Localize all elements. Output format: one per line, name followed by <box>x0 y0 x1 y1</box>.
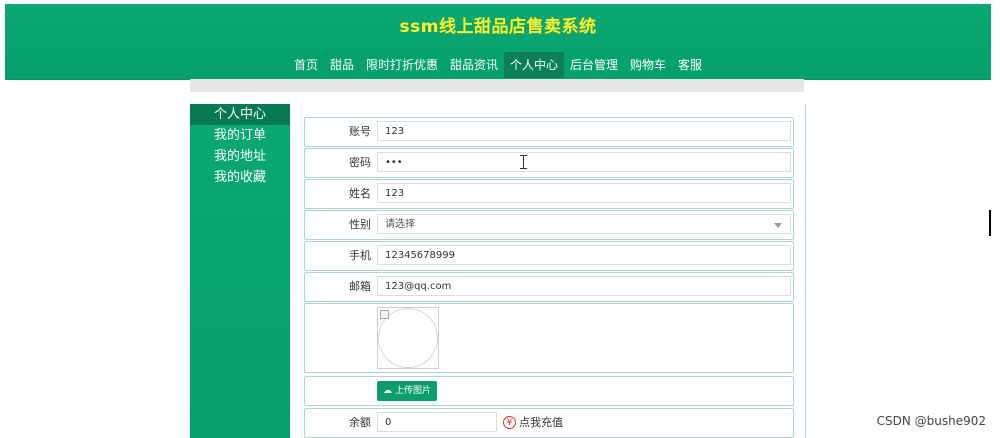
sidebar-item-orders[interactable]: 我的订单 <box>190 125 290 146</box>
sidebar-item-personal-center[interactable]: 个人中心 <box>190 104 290 125</box>
recharge-label: 点我充值 <box>519 416 563 429</box>
upload-image-button[interactable]: ☁ 上传图片 <box>377 381 438 401</box>
sidebar: 个人中心 我的订单 我的地址 我的收藏 <box>190 104 290 438</box>
nav-admin[interactable]: 后台管理 <box>564 52 624 78</box>
cloud-upload-icon: ☁ <box>383 386 392 396</box>
nav-customer-service[interactable]: 客服 <box>672 52 708 78</box>
yen-icon: ¥ <box>503 415 516 429</box>
name-row: 姓名 123 <box>304 179 794 209</box>
password-input[interactable]: ••• <box>377 152 791 172</box>
nav-desserts[interactable]: 甜品 <box>324 52 360 78</box>
header: ssm线上甜品店售卖系统 首页 甜品 限时打折优惠 甜品资讯 个人中心 后台管理… <box>5 4 991 80</box>
phone-row: 手机 12345678999 <box>304 241 794 271</box>
profile-form: 账号 123 密码 ••• 姓名 123 性别 请选择 手机 123456789… <box>301 104 806 438</box>
broken-image-icon <box>380 310 389 319</box>
gender-select-value: 请选择 <box>385 219 415 230</box>
sidebar-item-addresses[interactable]: 我的地址 <box>190 146 290 167</box>
recharge-link[interactable]: ¥ 点我充值 <box>503 414 563 430</box>
account-row: 账号 123 <box>304 117 794 147</box>
avatar-preview <box>377 307 439 369</box>
nav-flash-sale[interactable]: 限时打折优惠 <box>360 52 444 78</box>
chevron-down-icon <box>774 223 782 228</box>
text-cursor-marker <box>989 210 991 236</box>
email-input[interactable]: 123@qq.com <box>377 276 791 296</box>
balance-row: 余额 0 ¥ 点我充值 <box>304 408 794 438</box>
phone-input[interactable]: 12345678999 <box>377 245 791 265</box>
name-label: 姓名 <box>349 187 371 200</box>
gender-select[interactable]: 请选择 <box>377 214 791 234</box>
email-row: 邮箱 123@qq.com <box>304 272 794 302</box>
main-nav: 首页 甜品 限时打折优惠 甜品资讯 个人中心 后台管理 购物车 客服 <box>5 52 991 78</box>
account-label: 账号 <box>349 125 371 138</box>
email-label: 邮箱 <box>349 280 371 293</box>
phone-label: 手机 <box>349 249 371 262</box>
gender-row: 性别 请选择 <box>304 210 794 240</box>
account-input[interactable]: 123 <box>377 121 791 141</box>
balance-label: 余额 <box>349 416 371 429</box>
avatar-row <box>304 303 794 373</box>
name-input[interactable]: 123 <box>377 183 791 203</box>
nav-cart[interactable]: 购物车 <box>624 52 672 78</box>
page-banner <box>190 79 804 92</box>
text-cursor-icon <box>519 155 529 169</box>
site-title: ssm线上甜品店售卖系统 <box>399 17 597 37</box>
gender-label: 性别 <box>349 218 371 231</box>
password-row: 密码 ••• <box>304 148 794 178</box>
watermark: CSDN @bushe902 <box>876 414 986 428</box>
nav-news[interactable]: 甜品资讯 <box>444 52 504 78</box>
nav-home[interactable]: 首页 <box>288 52 324 78</box>
password-label: 密码 <box>349 156 371 169</box>
sidebar-item-favorites[interactable]: 我的收藏 <box>190 167 290 188</box>
nav-personal-center[interactable]: 个人中心 <box>504 52 565 78</box>
upload-image-label: 上传图片 <box>395 386 432 396</box>
upload-row: ☁ 上传图片 <box>304 376 794 406</box>
balance-input[interactable]: 0 <box>377 412 497 432</box>
